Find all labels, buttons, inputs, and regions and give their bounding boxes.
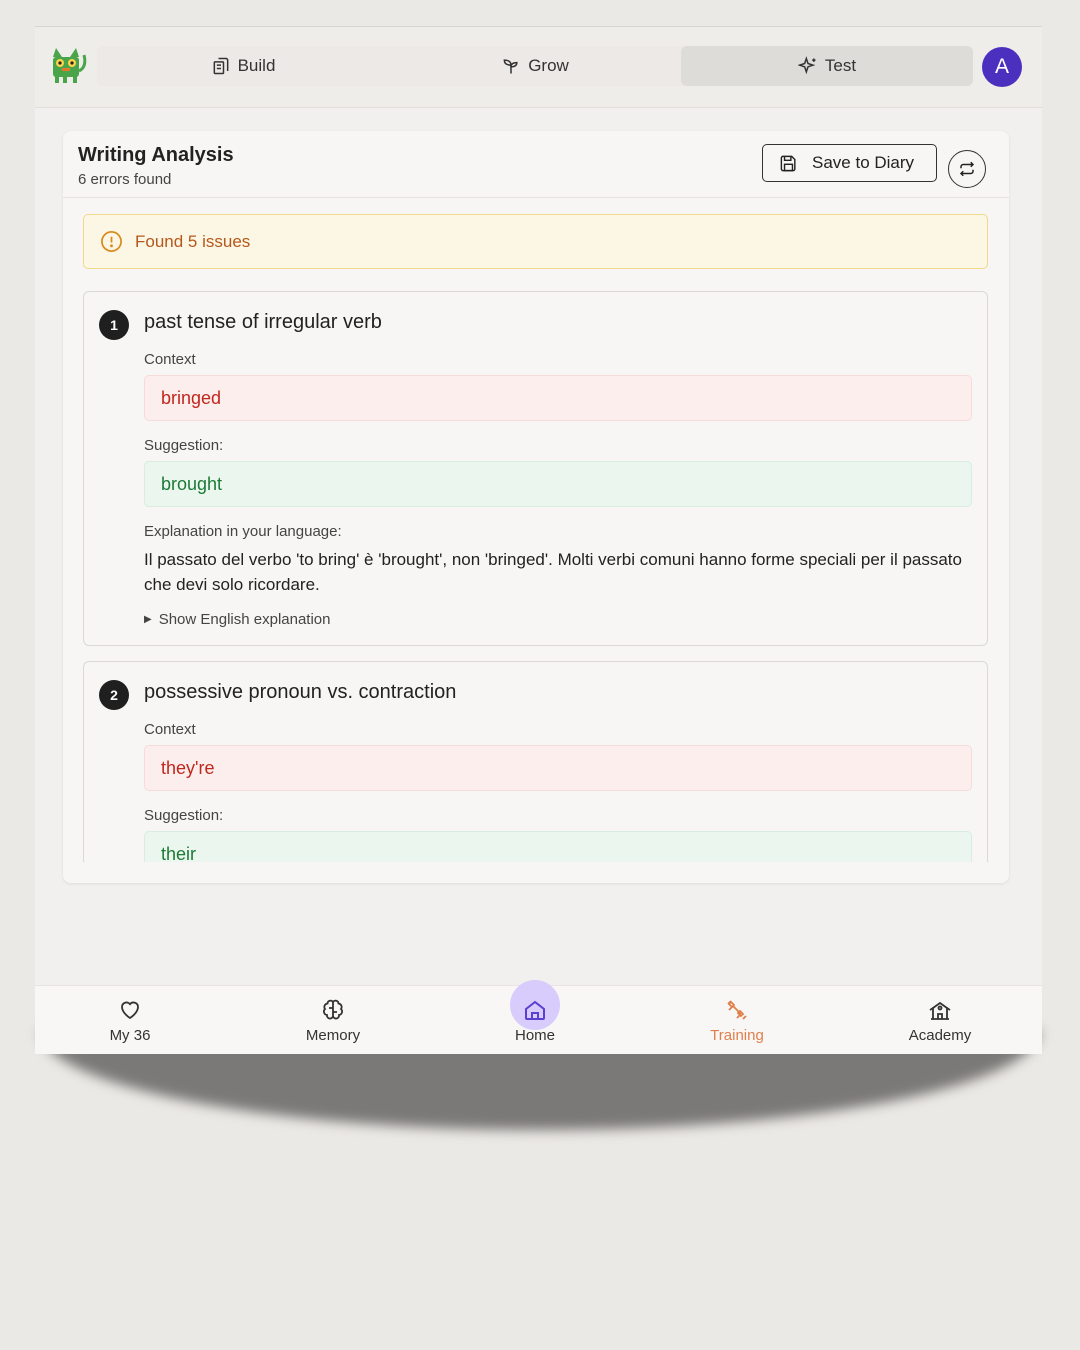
issue-title: past tense of irregular verb bbox=[144, 311, 382, 333]
nav-academy-label: Academy bbox=[908, 1027, 972, 1044]
issue-card: 2 possessive pronoun vs. contraction Con… bbox=[83, 661, 988, 862]
nav-training[interactable]: Training bbox=[637, 986, 837, 1054]
cat-logo-icon bbox=[53, 48, 87, 83]
build-icon bbox=[213, 57, 229, 75]
heart-icon bbox=[121, 1001, 139, 1020]
nav-my-36-label: My 36 bbox=[109, 1027, 151, 1044]
brain-icon bbox=[323, 999, 343, 1020]
tab-test-label: Test bbox=[824, 56, 857, 75]
nav-memory-label: Memory bbox=[305, 1027, 361, 1044]
issues-alert: Found 5 issues bbox=[83, 214, 988, 269]
tab-grow-label: Grow bbox=[528, 56, 569, 75]
school-icon bbox=[929, 1001, 951, 1020]
sparkles-icon bbox=[797, 56, 816, 75]
dumbbell-icon bbox=[727, 1000, 747, 1020]
card-title: Writing Analysis bbox=[78, 144, 234, 166]
alert-circle-icon bbox=[101, 231, 122, 252]
issues-scroll-area[interactable]: Found 5 issues 1 past tense of irregular… bbox=[63, 198, 1009, 862]
nav-training-label: Training bbox=[710, 1027, 764, 1044]
tab-grow[interactable]: Grow bbox=[389, 46, 681, 86]
issue-number: 2 bbox=[99, 680, 129, 710]
triangle-right-icon: ▶ bbox=[144, 614, 152, 625]
issue-card: 1 past tense of irregular verb Context b… bbox=[83, 291, 988, 646]
nav-home-label: Home bbox=[514, 1027, 555, 1044]
repeat-icon bbox=[959, 161, 975, 177]
context-box: bringed bbox=[144, 375, 972, 421]
issue-number: 1 bbox=[99, 310, 129, 340]
suggestion-label: Suggestion: bbox=[144, 807, 224, 824]
tab-build[interactable]: Build bbox=[97, 46, 389, 86]
save-label: Save to Diary bbox=[812, 153, 915, 172]
nav-memory[interactable]: Memory bbox=[233, 986, 433, 1054]
tab-test[interactable]: Test bbox=[681, 46, 973, 86]
home-icon bbox=[525, 1000, 545, 1020]
suggestion-box: their bbox=[144, 831, 972, 862]
issue-title: possessive pronoun vs. contraction bbox=[144, 681, 457, 703]
context-box: they're bbox=[144, 745, 972, 791]
nav-academy[interactable]: Academy bbox=[840, 986, 1040, 1054]
explanation-label: Explanation in your language: bbox=[144, 523, 342, 540]
suggestion-box: brought bbox=[144, 461, 972, 507]
nav-my-36[interactable]: My 36 bbox=[35, 986, 230, 1054]
tab-build-label: Build bbox=[237, 56, 276, 75]
app-window: Build Grow Test A Writing Analysis 6 err… bbox=[35, 26, 1042, 1054]
bottom-nav: My 36 Memory Home Training Academy bbox=[35, 980, 1042, 1054]
alert-text: Found 5 issues bbox=[135, 231, 251, 251]
save-icon bbox=[780, 155, 796, 171]
card-header: Writing Analysis 6 errors found Save to … bbox=[63, 131, 1009, 198]
refresh-button[interactable] bbox=[948, 150, 986, 188]
mode-tabs: Build Grow Test bbox=[97, 46, 973, 86]
top-nav: Build Grow Test A bbox=[35, 27, 1042, 108]
suggestion-label: Suggestion: bbox=[144, 437, 224, 454]
show-english-explanation-toggle[interactable]: ▶ Show English explanation bbox=[144, 611, 331, 628]
context-label: Context bbox=[144, 721, 196, 738]
nav-home[interactable]: Home bbox=[435, 980, 635, 1054]
save-to-diary-button[interactable]: Save to Diary bbox=[762, 144, 937, 182]
sprout-icon bbox=[503, 59, 518, 74]
toggle-label: Show English explanation bbox=[158, 611, 331, 628]
error-count: 6 errors found bbox=[78, 171, 172, 188]
context-label: Context bbox=[144, 351, 196, 368]
writing-analysis-card: Writing Analysis 6 errors found Save to … bbox=[63, 131, 1009, 883]
avatar[interactable]: A bbox=[982, 47, 1022, 87]
explanation-text: Il passato del verbo 'to bring' è 'broug… bbox=[144, 550, 962, 594]
